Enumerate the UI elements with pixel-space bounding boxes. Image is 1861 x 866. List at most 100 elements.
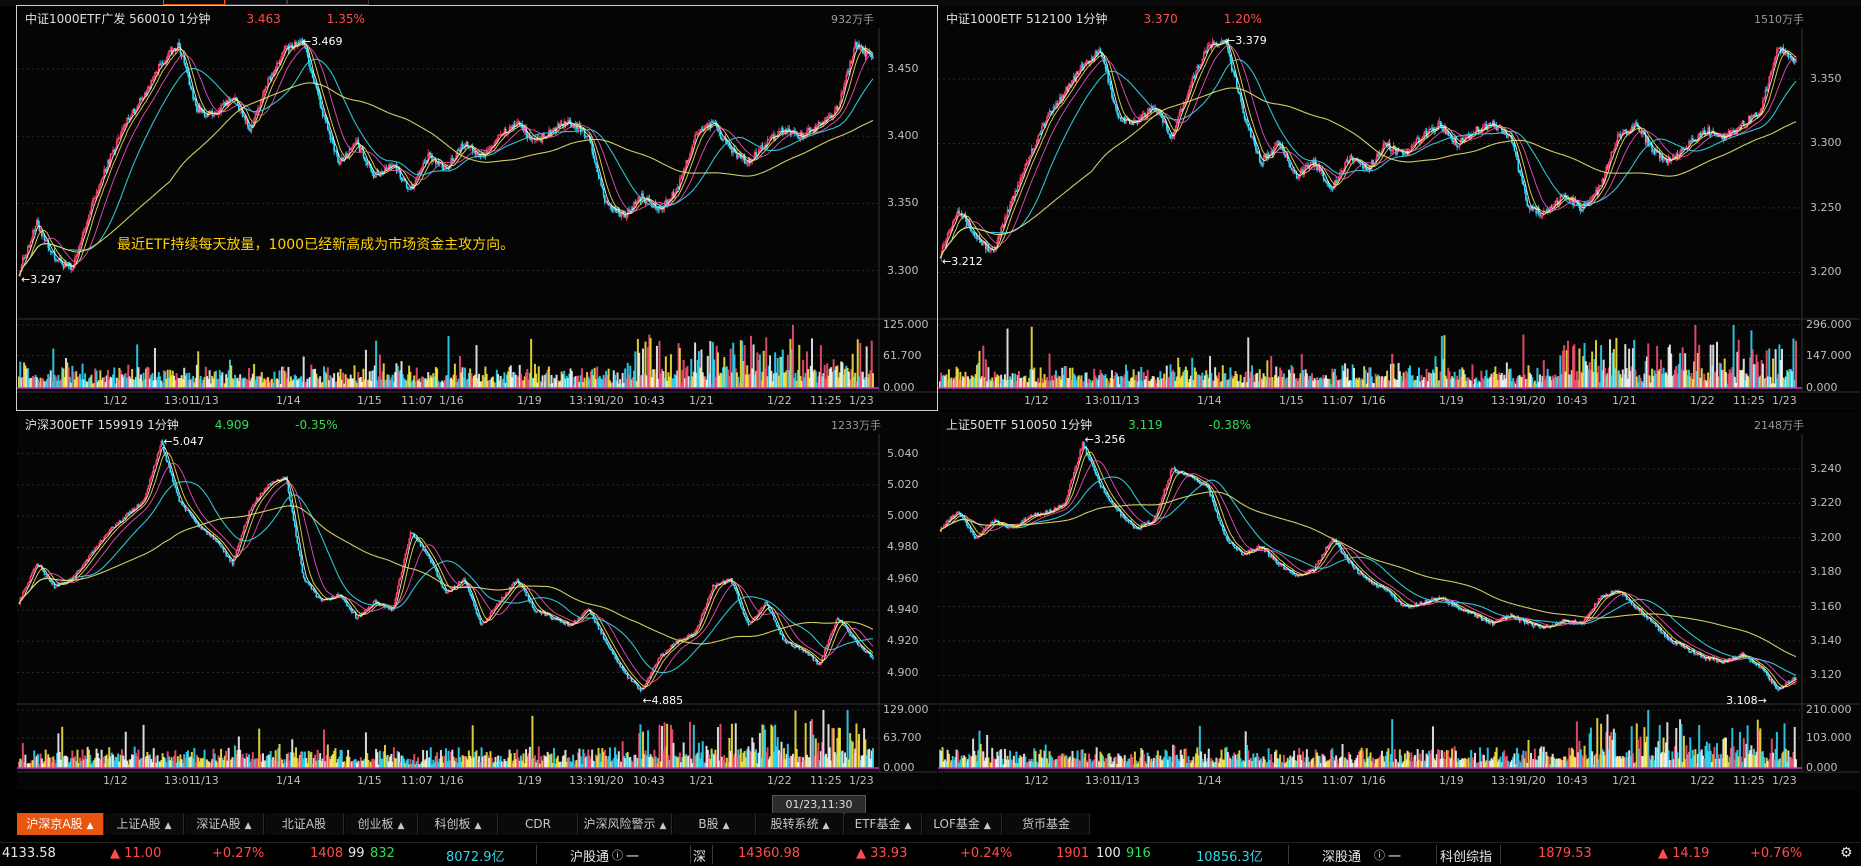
time-axis-tick: 10:43 [1556,774,1588,787]
kc-change: ▲ 14.19 [1658,846,1709,861]
tab-label: 上证A股 [116,817,160,831]
caret-up-icon: ▲ [245,821,252,831]
time-axis-tick: 1/13 [194,774,219,787]
arrow-icon: ← [942,255,951,268]
tab-label: B股 [698,817,718,831]
arrow-icon: ← [302,35,311,48]
chart-panel-p3[interactable]: 5.0405.0205.0004.9804.9604.9404.9204.900… [17,412,937,790]
top-tab[interactable] [287,0,369,5]
low-price-marker: ←3.212 [942,255,983,268]
tab-label: 创业板 [358,817,394,831]
time-axis-tick: 13:01 [164,394,196,407]
high-price-marker: ←3.469 [302,35,343,48]
caret-up-icon: ▲ [165,821,172,831]
crosshair-time-tip: 01/23,11:30 [772,795,866,814]
low-price-value: 3.108 [1726,694,1758,707]
market-tab[interactable]: 创业板▲ [345,813,418,835]
security-name[interactable]: 上证50ETF 510050 1分钟 [946,418,1092,432]
ma120-line [19,506,873,644]
change-percent: -0.35% [295,418,337,432]
time-axis-tick: 1/14 [1197,394,1222,407]
tab-label: 股转系统 [771,817,819,831]
market-tab[interactable]: 货币基金 [1003,813,1090,835]
volume-total: 1233万手 [831,417,881,433]
tab-label: LOF基金 [933,817,980,831]
top-tab[interactable] [225,0,287,5]
market-tab[interactable]: 深证A股 ▲ [185,813,264,835]
security-name[interactable]: 沪深300ETF 159919 1分钟 [25,418,179,432]
high-price-marker: ←3.256 [1085,433,1126,446]
market-tab[interactable]: 沪深风险警示▲ [579,813,672,835]
chart-panel-p2[interactable]: 3.3503.3003.2503.200296.000147.0000.000中… [938,6,1860,410]
sh-change: ▲ 11.00 [110,846,161,861]
time-axis-tick: 1/22 [1690,774,1715,787]
market-tab[interactable]: 科创板▲ [419,813,498,835]
sz-index[interactable]: 14360.98 [738,846,800,861]
caret-up-icon: ▲ [984,821,991,831]
time-axis-tick: 1/22 [1690,394,1715,407]
market-tab[interactable]: 股转系统▲ [757,813,844,835]
chart-header: 中证1000ETF广发 560010 1分钟3.4631.35% [25,11,371,27]
time-axis-tick: 11:07 [1322,774,1354,787]
time-axis-tick: 1/13 [1115,394,1140,407]
time-axis-tick: 1/20 [1521,774,1546,787]
time-axis-tick: 1/12 [1024,774,1049,787]
market-tab[interactable]: B股 ▲ [673,813,756,835]
market-tab[interactable]: ETF基金▲ [845,813,922,835]
time-axis-tick: 1/20 [599,774,624,787]
arrow-icon: ← [21,273,30,286]
time-axis-tick: 1/14 [276,774,301,787]
chart-panel-p4[interactable]: 3.2403.2203.2003.1803.1603.1403.120210.0… [938,412,1860,790]
ma20-line [940,45,1796,258]
sh-index[interactable]: 4133.58 [2,846,56,861]
time-axis-tick: 1/21 [1612,774,1637,787]
market-tab[interactable]: LOF基金 ▲ [923,813,1002,835]
help-icon[interactable]: ⓘ [612,847,623,863]
time-axis-tick: 1/16 [439,394,464,407]
time-axis-tick: 1/15 [357,394,382,407]
sz-percent: +0.24% [960,846,1012,861]
hgt-label[interactable]: 沪股通 [570,846,609,865]
sz-up-count: 1901 [1056,846,1089,861]
tab-label: 深证A股 [196,817,240,831]
security-name[interactable]: 中证1000ETF 512100 1分钟 [946,12,1107,26]
low-price-value: 3.297 [30,273,62,286]
time-axis-tick: 13:19 [569,394,601,407]
settings-gear-icon[interactable]: ⚙ [1840,845,1853,861]
sh-amount: 8072.9亿 [446,846,505,865]
market-tab[interactable]: CDR [499,813,578,835]
top-tab-active[interactable] [163,0,225,5]
time-axis-tick: 11:25 [1733,774,1765,787]
ma40-line [19,482,873,673]
market-tab[interactable]: 上证A股 ▲ [105,813,184,835]
chart-header: 上证50ETF 510050 1分钟3.119-0.38% [946,417,1257,433]
time-axis-tick: 1/16 [1361,394,1386,407]
chart-panel-p1[interactable]: 3.4503.4003.3503.300125.00061.7000.000中证… [17,6,937,410]
kc-label[interactable]: 科创综指 [1440,846,1492,865]
ma5-line [940,447,1796,688]
time-axis-tick: 13:19 [569,774,601,787]
tab-label: 北证A股 [282,817,326,831]
market-tab[interactable]: 沪深京A股▲ [17,813,104,835]
security-name[interactable]: 中证1000ETF广发 560010 1分钟 [25,12,210,26]
kc-index: 1879.53 [1538,846,1592,861]
help-icon[interactable]: ⓘ [1374,847,1385,863]
caret-up-icon: ▲ [723,821,730,831]
ma10-line [940,452,1796,687]
tab-label: 科创板 [435,817,471,831]
time-axis-tick: 1/22 [767,774,792,787]
time-axis-tick: 1/14 [1197,774,1222,787]
volume-total: 932万手 [831,11,874,27]
time-axis-tick: 13:01 [1085,774,1117,787]
caret-up-icon: ▲ [904,821,911,831]
last-price: 4.909 [215,418,249,432]
time-axis-tick: 1/19 [1439,394,1464,407]
last-price: 3.119 [1128,418,1162,432]
time-axis-tick: 1/21 [1612,394,1637,407]
sgt-label[interactable]: 深股通 [1322,846,1361,865]
market-tab[interactable]: 北证A股 [265,813,344,835]
arrow-icon: ← [1226,34,1235,47]
sh-percent: +0.27% [212,846,264,861]
time-axis-tick: 1/13 [1115,774,1140,787]
time-axis-tick: 1/12 [1024,394,1049,407]
